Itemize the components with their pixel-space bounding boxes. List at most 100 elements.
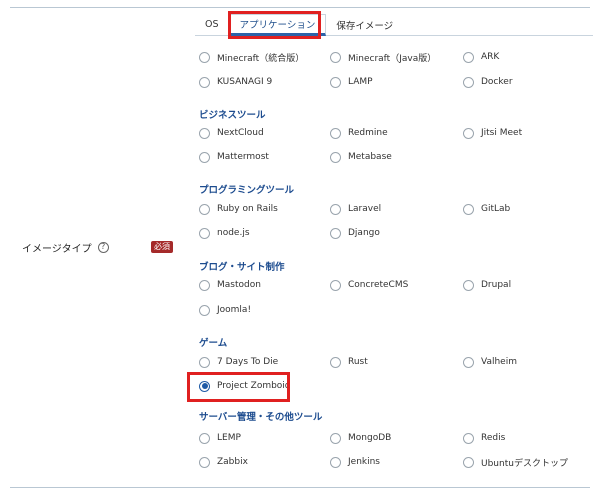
radio-button[interactable] <box>463 456 474 468</box>
radio-option[interactable]: Minecraft（統合版） <box>199 50 304 64</box>
radio-button[interactable] <box>330 76 341 88</box>
radio-button[interactable] <box>199 76 210 88</box>
radio-option[interactable]: Valheim <box>463 355 517 369</box>
radio-option[interactable]: ConcreteCMS <box>330 278 408 292</box>
tab-os[interactable]: OS <box>195 14 229 35</box>
radio-option[interactable]: Redis <box>463 431 505 445</box>
radio-option[interactable]: Jenkins <box>330 455 380 469</box>
radio-button[interactable] <box>199 432 210 444</box>
radio-option-label: MongoDB <box>348 433 392 443</box>
radio-button[interactable] <box>463 203 474 215</box>
section-title: プログラミングツール <box>199 185 295 196</box>
highlight-box-selected-option <box>187 372 290 402</box>
radio-option[interactable]: LEMP <box>199 431 241 445</box>
radio-option[interactable]: Redmine <box>330 126 388 140</box>
radio-button[interactable] <box>330 51 341 63</box>
radio-option-label: LEMP <box>217 433 241 443</box>
radio-option-label: NextCloud <box>217 128 264 138</box>
radio-button[interactable] <box>330 356 341 368</box>
radio-option-label: Valheim <box>481 357 517 367</box>
radio-button[interactable] <box>330 227 341 239</box>
radio-button[interactable] <box>330 279 341 291</box>
highlight-box-tab <box>228 11 321 39</box>
section-title: ゲーム <box>199 338 228 349</box>
radio-button[interactable] <box>463 76 474 88</box>
radio-option-label: Jitsi Meet <box>481 128 523 138</box>
radio-option[interactable]: Laravel <box>330 202 381 216</box>
radio-option-label: 7 Days To Die <box>217 357 279 367</box>
radio-button[interactable] <box>199 456 210 468</box>
radio-button[interactable] <box>463 432 474 444</box>
radio-option-label: Ruby on Rails <box>217 204 278 214</box>
radio-option-label: Docker <box>481 77 513 87</box>
radio-option-label: Mastodon <box>217 280 261 290</box>
radio-option-label: node.js <box>217 228 250 238</box>
bottom-divider <box>10 487 590 488</box>
radio-option[interactable]: Drupal <box>463 278 511 292</box>
radio-option[interactable]: Minecraft（Java版） <box>330 50 436 64</box>
radio-button[interactable] <box>330 432 341 444</box>
radio-button[interactable] <box>199 304 210 316</box>
radio-option[interactable]: 7 Days To Die <box>199 355 278 369</box>
field-label: イメージタイプ <box>22 243 92 255</box>
required-badge: 必須 <box>151 241 173 253</box>
radio-option[interactable]: Django <box>330 226 380 240</box>
radio-option-label: Redis <box>481 433 506 443</box>
radio-option-label: Ubuntuデスクトップ <box>481 458 568 469</box>
radio-option-label: Zabbix <box>217 457 248 467</box>
radio-option[interactable]: Ruby on Rails <box>199 202 278 216</box>
question-circle-icon[interactable]: ? <box>97 241 109 253</box>
radio-option[interactable]: Zabbix <box>199 455 248 469</box>
radio-option-label: LAMP <box>348 77 373 87</box>
radio-option[interactable]: KUSANAGI 9 <box>199 75 272 89</box>
radio-button[interactable] <box>463 356 474 368</box>
radio-option-label: Mattermost <box>217 152 269 162</box>
radio-button[interactable] <box>330 151 341 163</box>
radio-button[interactable] <box>199 51 210 63</box>
radio-button[interactable] <box>199 279 210 291</box>
radio-option[interactable]: Ubuntuデスクトップ <box>463 455 568 469</box>
radio-option-label: Minecraft（統合版） <box>217 53 305 64</box>
radio-option[interactable]: node.js <box>199 226 250 240</box>
section-title: サーバー管理・その他ツール <box>199 412 323 423</box>
radio-button[interactable] <box>199 127 210 139</box>
radio-button[interactable] <box>199 227 210 239</box>
radio-button[interactable] <box>330 456 341 468</box>
radio-option-label: Rust <box>348 357 368 367</box>
radio-button[interactable] <box>199 356 210 368</box>
radio-option[interactable]: Joomla! <box>199 303 251 317</box>
section-title: ビジネスツール <box>199 110 266 121</box>
radio-option-label: Joomla! <box>217 305 252 315</box>
radio-option-label: ARK <box>481 52 500 62</box>
radio-button[interactable] <box>463 51 474 63</box>
radio-option-label: KUSANAGI 9 <box>217 77 273 87</box>
radio-option[interactable]: Mattermost <box>199 150 269 164</box>
radio-option[interactable]: Rust <box>330 355 368 369</box>
radio-option[interactable]: Metabase <box>330 150 392 164</box>
radio-option[interactable]: Mastodon <box>199 278 261 292</box>
radio-option-label: Metabase <box>348 152 392 162</box>
section-title: ブログ・サイト制作 <box>199 262 285 273</box>
radio-option[interactable]: Docker <box>463 75 513 89</box>
radio-button[interactable] <box>330 127 341 139</box>
radio-option-label: GitLab <box>481 204 511 214</box>
radio-button[interactable] <box>199 203 210 215</box>
radio-option-label: ConcreteCMS <box>348 280 409 290</box>
radio-option[interactable]: Jitsi Meet <box>463 126 522 140</box>
radio-button[interactable] <box>330 203 341 215</box>
radio-button[interactable] <box>463 279 474 291</box>
radio-option[interactable]: NextCloud <box>199 126 264 140</box>
radio-option-label: Minecraft（Java版） <box>348 53 437 64</box>
radio-option-label: Django <box>348 228 380 238</box>
radio-button[interactable] <box>463 127 474 139</box>
radio-option[interactable]: LAMP <box>330 75 373 89</box>
tab-saved-image[interactable]: 保存イメージ <box>326 14 403 35</box>
radio-button[interactable] <box>199 151 210 163</box>
radio-option[interactable]: GitLab <box>463 202 510 216</box>
radio-option[interactable]: ARK <box>463 50 499 64</box>
field-label-group: イメージタイプ ? <box>22 240 109 255</box>
radio-option-label: Jenkins <box>348 457 381 467</box>
radio-option[interactable]: MongoDB <box>330 431 391 445</box>
radio-option-label: Redmine <box>348 128 388 138</box>
radio-option-label: Drupal <box>481 280 512 290</box>
